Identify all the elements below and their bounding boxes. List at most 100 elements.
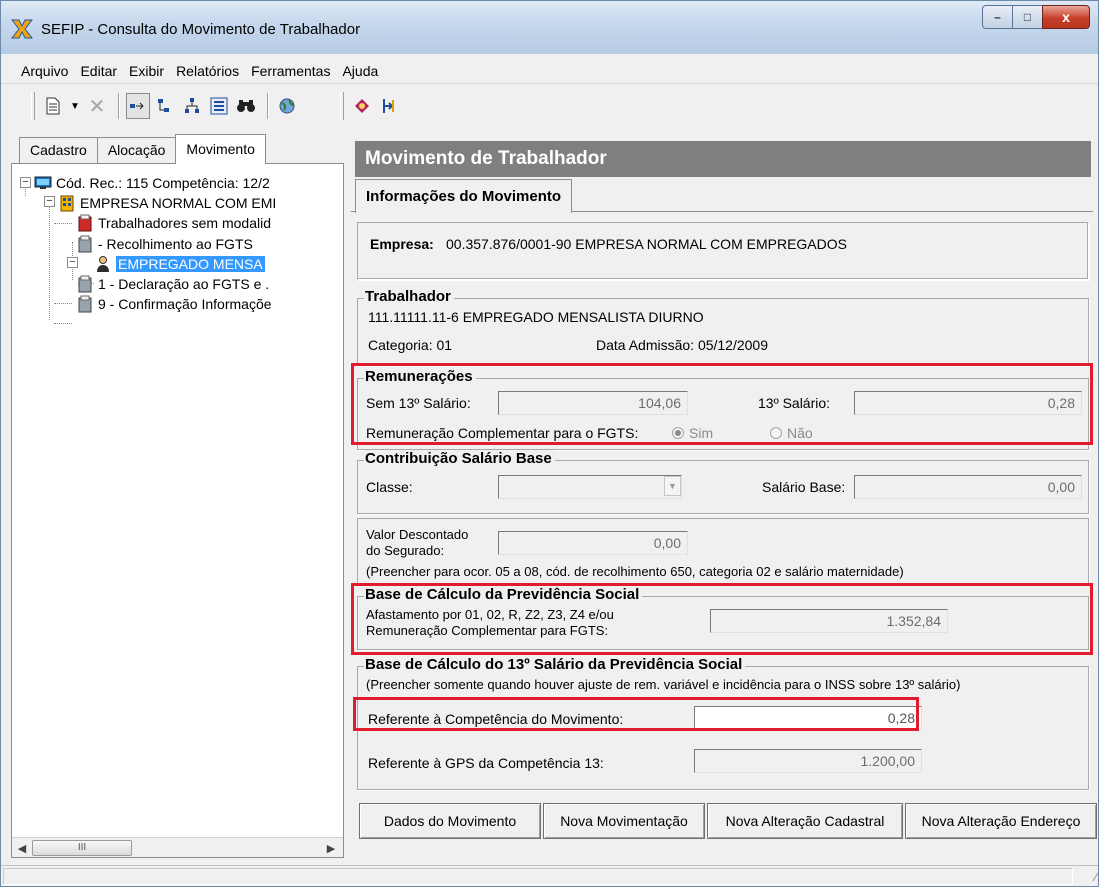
empresa-label: Empresa: bbox=[370, 236, 434, 252]
new-document-icon[interactable] bbox=[41, 93, 65, 119]
contribuicao-title: Contribuição Salário Base bbox=[364, 450, 555, 467]
view-list-icon[interactable] bbox=[126, 93, 150, 119]
computer-icon bbox=[34, 174, 52, 192]
ref-gps-label: Referente à GPS da Competência 13: bbox=[368, 755, 604, 771]
maximize-button[interactable]: □ bbox=[1012, 5, 1042, 29]
toolbar-grip[interactable] bbox=[31, 92, 35, 120]
tree-node-confirmation[interactable]: 9 - Confirmação Informaçõe bbox=[76, 294, 272, 314]
window-title: SEFIP - Consulta do Movimento de Trabalh… bbox=[41, 21, 361, 38]
categoria-label: Categoria: 01 bbox=[368, 337, 453, 353]
tree-line bbox=[54, 323, 72, 324]
dados-movimento-button[interactable]: Dados do Movimento bbox=[359, 803, 541, 839]
tree-node-company[interactable]: EMPRESA NORMAL COM EMI bbox=[58, 193, 276, 213]
base-13-note: (Preencher somente quando houver ajuste … bbox=[366, 677, 961, 692]
highlight-base-previdencia bbox=[351, 583, 1093, 655]
globe-icon[interactable] bbox=[275, 93, 299, 119]
status-cell bbox=[3, 868, 1073, 885]
tree-label-selected: EMPREGADO MENSA bbox=[116, 256, 265, 272]
trabalhador-title: Trabalhador bbox=[364, 288, 454, 305]
nova-movimentacao-button[interactable]: Nova Movimentação bbox=[543, 803, 705, 839]
folder-red-icon bbox=[76, 214, 94, 232]
tab-informacoes-movimento[interactable]: Informações do Movimento bbox=[355, 179, 573, 213]
help-book-icon[interactable] bbox=[350, 93, 374, 119]
descontado-note: (Preencher para ocor. 05 a 08, cód. de r… bbox=[366, 564, 904, 579]
tree-node-declaration[interactable]: 1 - Declaração ao FGTS e . bbox=[76, 274, 269, 294]
left-tabs: Cadastro Alocação Movimento bbox=[19, 133, 266, 164]
menu-ferramentas[interactable]: Ferramentas bbox=[251, 63, 330, 79]
toolbar-separator bbox=[118, 93, 120, 119]
salario-base-label: Salário Base: bbox=[762, 479, 846, 495]
toolbar-grip-2[interactable] bbox=[340, 92, 344, 120]
status-bar: ⁄⁄⁄ bbox=[1, 865, 1098, 886]
highlight-remuneracoes bbox=[351, 363, 1093, 445]
nova-alteracao-cadastral-button[interactable]: Nova Alteração Cadastral bbox=[707, 803, 903, 839]
tab-movimento[interactable]: Movimento bbox=[175, 134, 266, 164]
dropdown-arrow-icon[interactable]: ▼ bbox=[68, 93, 82, 119]
tree-line bbox=[54, 223, 72, 224]
tree-label: Trabalhadores sem modalid bbox=[98, 215, 272, 231]
trabalhador-line: 111.11111.11-6 EMPREGADO MENSALISTA DIUR… bbox=[368, 309, 704, 325]
empresa-value: 00.357.876/0001-90 EMPRESA NORMAL COM EM… bbox=[446, 236, 847, 252]
menu-ajuda[interactable]: Ajuda bbox=[342, 63, 378, 79]
tree-label: EMPRESA NORMAL COM EMI bbox=[80, 195, 277, 211]
tree-label: 9 - Confirmação Informaçõe bbox=[98, 296, 272, 312]
close-button[interactable]: x bbox=[1042, 5, 1090, 29]
tab-cadastro[interactable]: Cadastro bbox=[19, 137, 98, 163]
collapse-toggle[interactable]: − bbox=[67, 257, 78, 268]
binoculars-icon[interactable] bbox=[234, 93, 258, 119]
nova-alteracao-endereco-button[interactable]: Nova Alteração Endereço bbox=[905, 803, 1097, 839]
list-icon[interactable] bbox=[207, 93, 231, 119]
classe-combo[interactable] bbox=[498, 475, 682, 499]
panel-title: Movimento de Trabalhador bbox=[355, 141, 1091, 177]
tree-node-fgts-collection[interactable]: - Recolhimento ao FGTS bbox=[76, 234, 253, 254]
window-controls: – □ x bbox=[982, 5, 1090, 29]
left-panel: Cadastro Alocação Movimento − − − Cód. R… bbox=[5, 129, 344, 859]
minimize-button[interactable]: – bbox=[982, 5, 1012, 29]
descontado-label-1: Valor Descontado bbox=[366, 527, 469, 542]
admissao-label: Data Admissão: 05/12/2009 bbox=[596, 337, 769, 353]
tab-content: Empresa: 00.357.876/0001-90 EMPRESA NORM… bbox=[351, 211, 1093, 795]
tree-line bbox=[54, 303, 72, 304]
collapse-toggle[interactable]: − bbox=[20, 177, 31, 188]
folder-gray-icon bbox=[76, 235, 94, 253]
scroll-thumb[interactable]: III bbox=[32, 840, 132, 856]
contribuicao-group: Contribuição Salário Base Classe: ▼ Salá… bbox=[357, 450, 1089, 514]
tab-alocacao[interactable]: Alocação bbox=[96, 137, 177, 163]
folder-gray-icon bbox=[76, 275, 94, 293]
menu-arquivo[interactable]: Arquivo bbox=[21, 63, 68, 79]
view-tree-icon[interactable] bbox=[153, 93, 177, 119]
tree-label: 1 - Declaração ao FGTS e . bbox=[98, 276, 270, 292]
delete-icon[interactable]: ✕ bbox=[85, 93, 109, 119]
horizontal-scrollbar[interactable]: ◀ III ▶ bbox=[12, 837, 343, 857]
highlight-ref-competencia bbox=[353, 697, 919, 731]
base-13-title: Base de Cálculo do 13º Salário da Previd… bbox=[364, 656, 746, 673]
exit-icon[interactable] bbox=[377, 93, 401, 119]
chevron-down-icon[interactable]: ▼ bbox=[664, 476, 681, 496]
tree-node-selected-worker[interactable]: EMPREGADO MENSA bbox=[94, 254, 265, 274]
app-window: SEFIP - Consulta do Movimento de Trabalh… bbox=[0, 0, 1099, 887]
descontado-group: Valor Descontado do Segurado: 0,00 (Pree… bbox=[357, 518, 1089, 584]
scroll-left-icon[interactable]: ◀ bbox=[14, 840, 30, 856]
descontado-label-2: do Segurado: bbox=[366, 543, 445, 558]
right-panel: Movimento de Trabalhador Informações do … bbox=[347, 131, 1097, 861]
tree-view[interactable]: − − − Cód. Rec.: 115 Competência: 12/2 E… bbox=[11, 163, 344, 858]
ref-gps-field[interactable]: 1.200,00 bbox=[694, 749, 922, 773]
trabalhador-group: Trabalhador 111.11111.11-6 EMPREGADO MEN… bbox=[357, 288, 1089, 366]
tree-node-root[interactable]: Cód. Rec.: 115 Competência: 12/2 bbox=[34, 173, 270, 193]
title-bar[interactable]: SEFIP - Consulta do Movimento de Trabalh… bbox=[1, 1, 1098, 54]
tree-label: Cód. Rec.: 115 Competência: 12/2 bbox=[56, 175, 270, 191]
scroll-right-icon[interactable]: ▶ bbox=[323, 840, 339, 856]
sefip-logo-icon bbox=[11, 19, 33, 39]
salario-base-field[interactable]: 0,00 bbox=[854, 475, 1082, 499]
descontado-field[interactable]: 0,00 bbox=[498, 531, 688, 555]
action-buttons: Dados do Movimento Nova Movimentação Nov… bbox=[359, 803, 1099, 839]
menu-relatorios[interactable]: Relatórios bbox=[176, 63, 239, 79]
empresa-box: Empresa: 00.357.876/0001-90 EMPRESA NORM… bbox=[357, 222, 1089, 280]
collapse-toggle[interactable]: − bbox=[44, 196, 55, 207]
menu-exibir[interactable]: Exibir bbox=[129, 63, 164, 79]
menu-editar[interactable]: Editar bbox=[80, 63, 117, 79]
menu-bar: Arquivo Editar Exibir Relatórios Ferrame… bbox=[1, 58, 1098, 84]
hierarchy-icon[interactable] bbox=[180, 93, 204, 119]
folder-gray-icon bbox=[76, 295, 94, 313]
tree-node-workers-without-modality[interactable]: Trabalhadores sem modalid bbox=[76, 213, 271, 233]
